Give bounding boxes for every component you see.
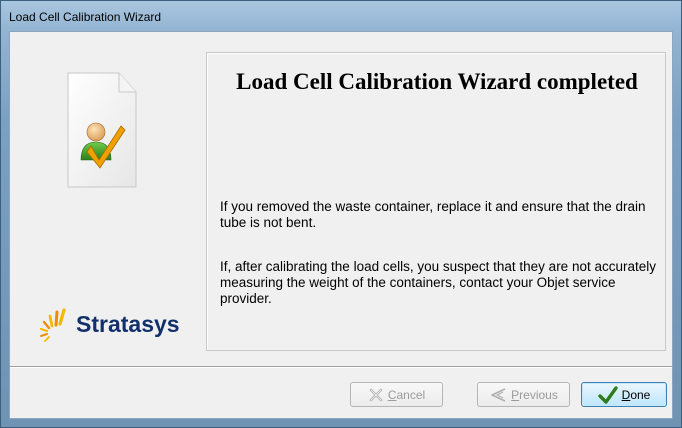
back-arrow-icon bbox=[491, 387, 506, 402]
window-title: Load Cell Calibration Wizard bbox=[9, 10, 162, 24]
button-separator bbox=[10, 366, 672, 368]
page-heading: Load Cell Calibration Wizard completed bbox=[236, 69, 638, 94]
wizard-window: Load Cell Calibration Wizard Stratasys L… bbox=[0, 0, 682, 428]
previous-button[interactable]: Previous bbox=[477, 382, 570, 407]
wizard-client-area: Stratasys Load Cell Calibration Wizard c… bbox=[9, 31, 673, 419]
instruction-text-2: If, after calibrating the load cells, yo… bbox=[220, 259, 656, 306]
instruction-text-1: If you removed the waste container, repl… bbox=[220, 199, 646, 230]
stratasys-logo-icon bbox=[39, 308, 66, 342]
content-panel: Load Cell Calibration Wizard completed I… bbox=[206, 52, 666, 351]
cancel-label: Cancel bbox=[387, 387, 426, 402]
previous-label: Previous bbox=[511, 387, 558, 402]
done-label: Done bbox=[621, 387, 651, 402]
document-user-checkmark-icon bbox=[67, 72, 137, 188]
stratasys-logo: Stratasys bbox=[38, 307, 203, 347]
checkmark-icon bbox=[597, 385, 618, 404]
title-bar[interactable]: Load Cell Calibration Wizard bbox=[1, 1, 681, 31]
logo-text: Stratasys bbox=[76, 311, 180, 337]
x-mark-icon bbox=[369, 388, 383, 401]
cancel-button[interactable]: Cancel bbox=[350, 382, 443, 407]
done-button[interactable]: Done bbox=[581, 382, 667, 407]
